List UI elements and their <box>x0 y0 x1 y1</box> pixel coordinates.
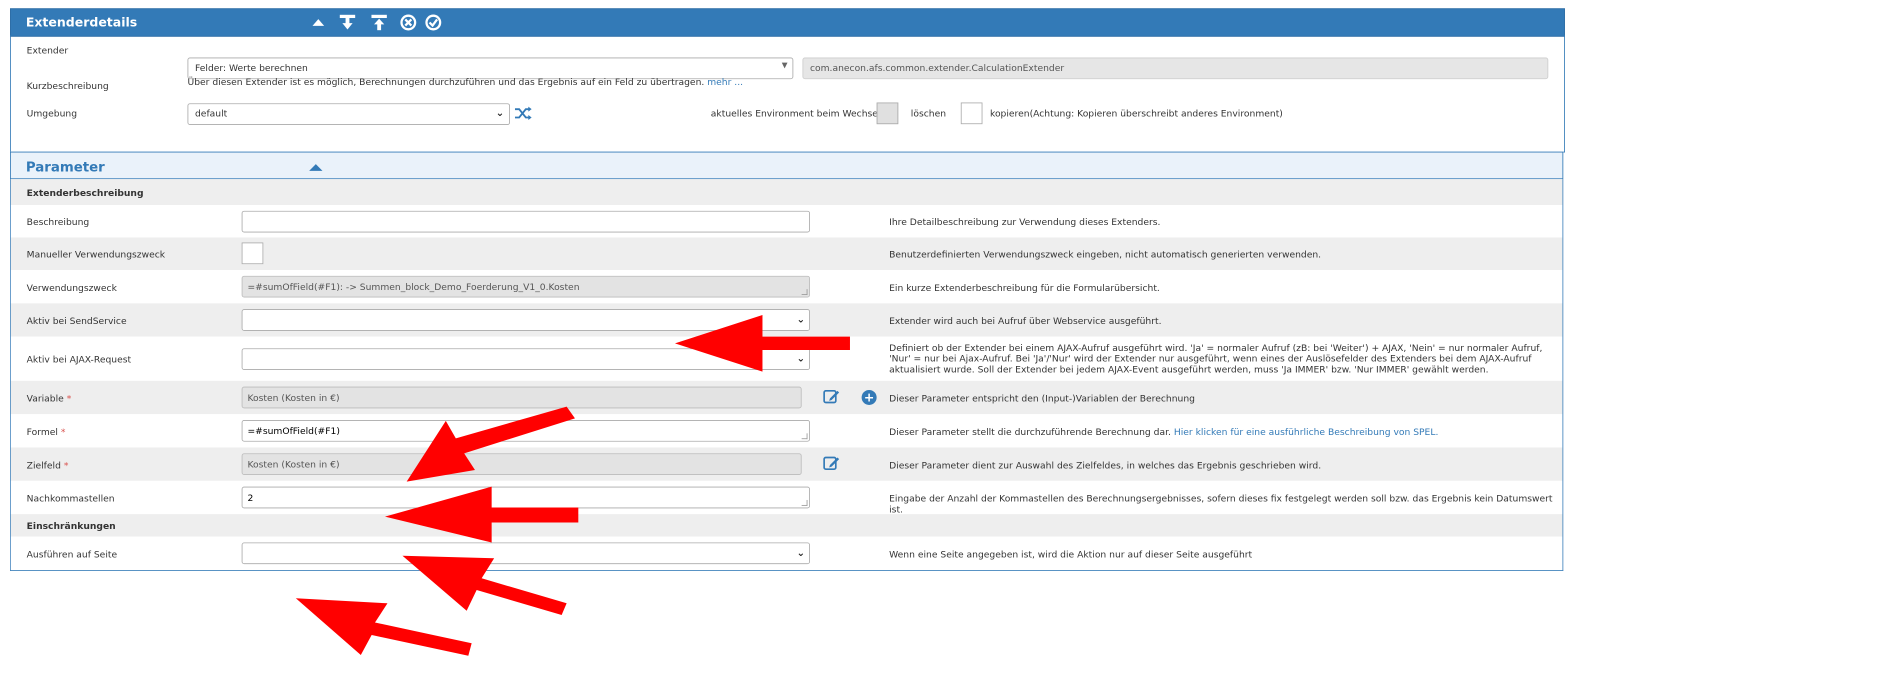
annotation-arrow-icon <box>402 555 567 615</box>
annotation-arrows <box>295 314 850 656</box>
annotation-arrow-icon <box>406 406 575 482</box>
annotation-arrow-icon <box>384 486 579 543</box>
annotation-arrow-icon <box>295 598 472 656</box>
annotation-arrow-icon <box>674 314 850 372</box>
